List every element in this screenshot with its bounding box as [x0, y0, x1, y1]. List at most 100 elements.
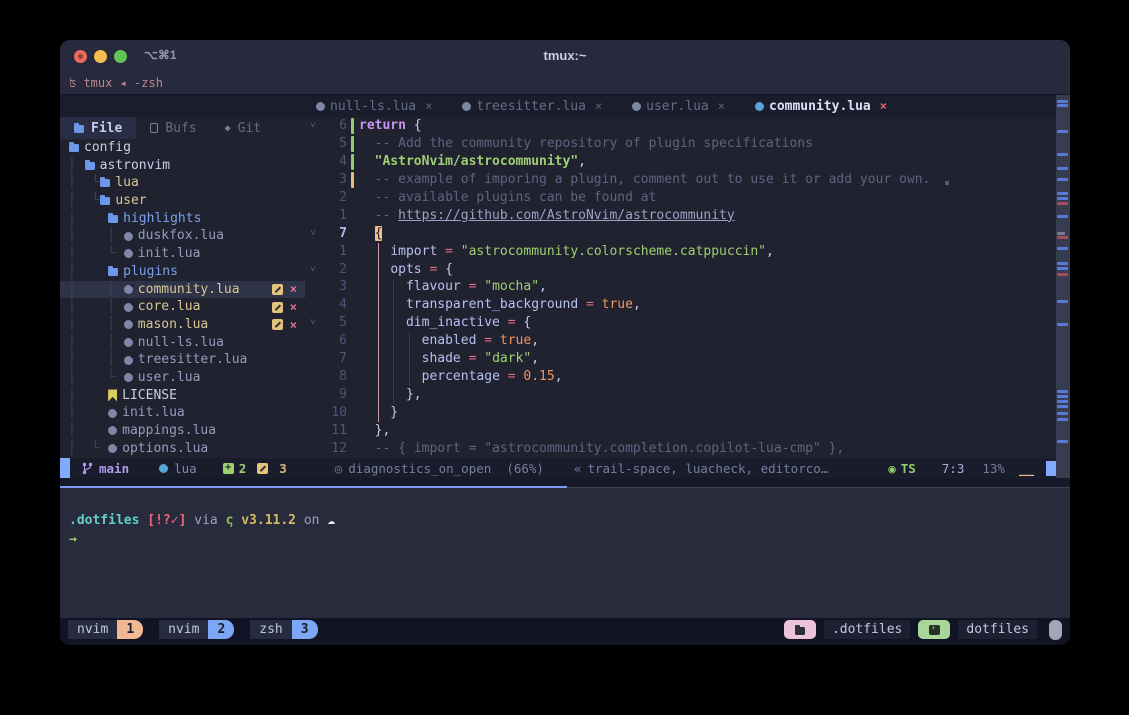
close-icon[interactable]: ×: [595, 99, 602, 113]
tree-item-lua[interactable]: │ └lua: [60, 174, 305, 192]
fold-arrow-icon[interactable]: [305, 135, 321, 153]
fold-arrow-icon[interactable]: [305, 153, 321, 171]
tree-item-config[interactable]: config: [60, 139, 305, 157]
tmux-window-2[interactable]: nvim2: [159, 620, 234, 639]
minimap-mark: [1057, 273, 1068, 276]
code-line[interactable]: 9 },: [305, 386, 1056, 404]
editor-area[interactable]: ˅6return {5 -- Add the community reposit…: [305, 117, 1056, 458]
tree-item-LICENSE[interactable]: │ LICENSE: [60, 387, 305, 405]
tree-item-label: treesitter.lua: [138, 351, 248, 369]
code-line[interactable]: 4 transparent_background = true,: [305, 296, 1056, 314]
tree-item-treesitter.lua[interactable]: │ │ treesitter.lua: [60, 351, 305, 369]
neotree-source-tabs: FileBufs◆Git: [60, 117, 305, 139]
tree-item-init.lua[interactable]: │ init.lua: [60, 404, 305, 422]
terminal-tab-bar[interactable]: ʦ tmux ◂ -zsh: [60, 72, 1070, 95]
tree-item-community.lua[interactable]: │ │ community.lua×: [60, 281, 305, 299]
fold-arrow-icon[interactable]: ˅: [305, 261, 321, 279]
code-line[interactable]: 12 -- { import = "astrocommunity.complet…: [305, 440, 1056, 458]
fold-arrow-icon[interactable]: [305, 440, 321, 458]
fold-arrow-icon[interactable]: [305, 404, 321, 422]
buffer-tab-treesitter.lua[interactable]: treesitter.lua×: [462, 99, 602, 114]
fold-arrow-icon[interactable]: [305, 171, 321, 189]
tree-item-user[interactable]: │ └user: [60, 192, 305, 210]
tmux-window-3[interactable]: zsh3: [250, 620, 317, 639]
code-line[interactable]: 7 shade = "dark",: [305, 350, 1056, 368]
code-line[interactable]: ˅7 {: [305, 225, 1056, 243]
code-line[interactable]: 4 "AstroNvim/astrocommunity",: [305, 153, 1056, 171]
code-line[interactable]: 11 },: [305, 422, 1056, 440]
fold-arrow-icon[interactable]: [305, 243, 321, 261]
window-title: tmux:~: [60, 48, 1070, 63]
git-sign-bar: [351, 136, 354, 152]
neotree-tab-bufs[interactable]: Bufs: [136, 117, 210, 139]
code-line[interactable]: ˅6return {: [305, 117, 1056, 135]
folder-icon: [795, 627, 805, 635]
buffer-tab-user.lua[interactable]: user.lua×: [632, 99, 725, 114]
close-icon[interactable]: ×: [425, 99, 432, 113]
unsaved-close-icon[interactable]: ×: [290, 319, 297, 331]
statusline: main lua 2 3 ◎ diagnostics_on_open (66%)…: [60, 458, 1056, 478]
prompt-directory: .dotfiles: [69, 513, 139, 528]
code-line[interactable]: 5 -- Add the community repository of plu…: [305, 135, 1056, 153]
tree-item-user.lua[interactable]: │ └ user.lua: [60, 369, 305, 387]
fold-arrow-icon[interactable]: ˅: [305, 314, 321, 332]
code-line[interactable]: 6 enabled = true,: [305, 332, 1056, 350]
tmux-window-1[interactable]: nvim1: [68, 620, 143, 639]
fold-arrow-icon[interactable]: [305, 386, 321, 404]
shell-pane[interactable]: .dotfiles [!?✓] via ς v3.11.2 on ☁ →: [60, 488, 1070, 618]
code-line[interactable]: 1 import = "astrocommunity.colorscheme.c…: [305, 243, 1056, 261]
fold-arrow-icon[interactable]: [305, 350, 321, 368]
fold-arrow-icon[interactable]: [305, 332, 321, 350]
code-line[interactable]: ˅5 dim_inactive = {: [305, 314, 1056, 332]
code-line[interactable]: 3 -- example of imporing a plugin, comme…: [305, 171, 1056, 189]
close-icon[interactable]: ×: [880, 99, 887, 113]
fold-arrow-icon[interactable]: [305, 422, 321, 440]
tree-item-init.lua[interactable]: │ └ init.lua: [60, 245, 305, 263]
buffer-tab-community.lua[interactable]: community.lua×: [755, 99, 887, 114]
tmux-windows: nvim1 nvim2 zsh3: [68, 620, 334, 639]
code-line[interactable]: 3 flavour = "mocha",: [305, 278, 1056, 296]
line-number: 9: [321, 386, 347, 404]
token-pun: ,: [539, 279, 547, 294]
neotree-tab-git[interactable]: ◆Git: [211, 117, 276, 139]
fold-arrow-icon[interactable]: ˅: [305, 225, 321, 243]
fold-arrow-icon[interactable]: [305, 278, 321, 296]
lua-file-icon: [632, 102, 641, 111]
folder-icon: [69, 144, 79, 152]
tree-item-options.lua[interactable]: │ └ options.lua: [60, 440, 305, 458]
fold-arrow-icon[interactable]: [305, 368, 321, 386]
line-number: 1: [321, 243, 347, 261]
token-pun: {: [516, 315, 532, 330]
code-line[interactable]: 8 percentage = 0.15,: [305, 368, 1056, 386]
neotree-tab-file[interactable]: File: [60, 117, 136, 139]
tree-item-core.lua[interactable]: │ │ core.lua×: [60, 298, 305, 316]
git-branch[interactable]: main: [82, 461, 129, 476]
tree-item-highlights[interactable]: │ highlights: [60, 210, 305, 228]
fold-arrow-icon[interactable]: [305, 296, 321, 314]
token-pun: ,: [555, 369, 563, 384]
fold-arrow-icon[interactable]: [305, 189, 321, 207]
code-line[interactable]: 1 -- https://github.com/AstroNvim/astroc…: [305, 207, 1056, 225]
tree-item-null-ls.lua[interactable]: │ │ null-ls.lua: [60, 334, 305, 352]
token-op: =: [586, 297, 594, 312]
close-icon[interactable]: ×: [718, 99, 725, 113]
code-line[interactable]: ˅2 opts = {: [305, 261, 1056, 279]
indent-guide: [378, 243, 379, 423]
buffer-tab-null-ls.lua[interactable]: null-ls.lua×: [316, 99, 432, 114]
git-sign-column: [347, 189, 357, 207]
code-line[interactable]: 10 }: [305, 404, 1056, 422]
minimap-mark: [1057, 440, 1068, 443]
tree-item-astronvim[interactable]: │ astronvim: [60, 157, 305, 175]
tree-item-mason.lua[interactable]: │ │ mason.lua×: [60, 316, 305, 334]
tree-item-duskfox.lua[interactable]: │ │ duskfox.lua: [60, 227, 305, 245]
minimap-scrollbar[interactable]: [1056, 95, 1070, 478]
fold-arrow-icon[interactable]: ˅: [305, 117, 321, 135]
unsaved-close-icon[interactable]: ×: [290, 283, 297, 295]
tree-item-mappings.lua[interactable]: │ mappings.lua: [60, 422, 305, 440]
git-sign-bar: [351, 118, 354, 134]
tree-item-plugins[interactable]: │ plugins: [60, 263, 305, 281]
tree-item-label: highlights: [123, 210, 201, 228]
unsaved-close-icon[interactable]: ×: [290, 301, 297, 313]
fold-arrow-icon[interactable]: [305, 207, 321, 225]
code-line[interactable]: 2 -- available plugins can be found at: [305, 189, 1056, 207]
